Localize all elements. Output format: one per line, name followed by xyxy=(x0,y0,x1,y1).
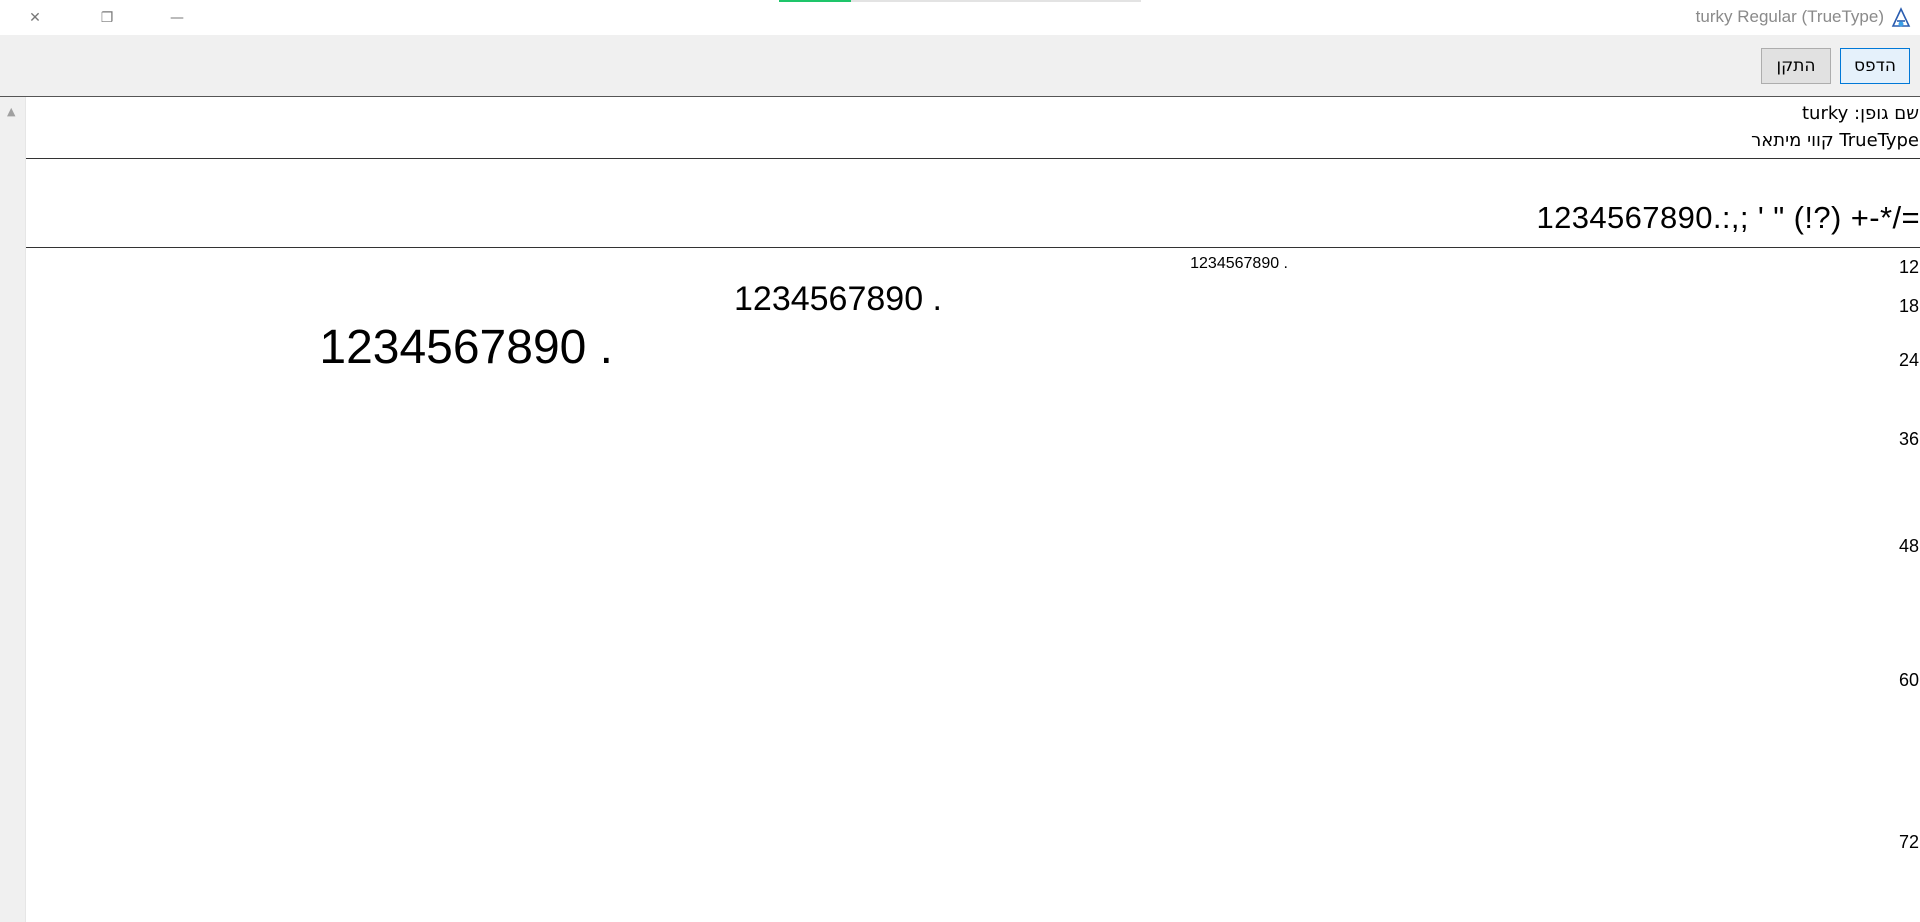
minimize-icon: — xyxy=(170,9,184,26)
font-preview: שם גופן: turky TrueType קווי מיתאר 12345… xyxy=(26,97,1920,922)
size-label-48: 48 xyxy=(1898,536,1919,556)
toolbar: הדפס התקן xyxy=(0,35,1920,97)
size-label-72: 72 xyxy=(1898,832,1919,852)
font-name-label: שם גופן: turky xyxy=(1802,103,1919,124)
restore-button[interactable]: ❐ xyxy=(72,0,142,35)
size-label-18: 18 xyxy=(1898,296,1919,316)
size-label-12: 12 xyxy=(1898,257,1919,277)
character-set-sample: 1234567890.:,; ' " (!?) +-*/= xyxy=(1536,200,1920,235)
minimize-button[interactable]: — xyxy=(142,0,212,35)
size-label-24: 24 xyxy=(1898,350,1919,370)
close-button[interactable]: ✕ xyxy=(0,0,70,35)
scroll-up-icon[interactable]: ▲ xyxy=(7,105,15,118)
size-label-60: 60 xyxy=(1898,670,1919,690)
window-title: turky Regular (TrueType) xyxy=(1695,7,1884,26)
font-viewer-icon xyxy=(1891,7,1911,27)
divider xyxy=(26,158,1920,159)
font-type-label: TrueType קווי מיתאר xyxy=(1751,130,1919,151)
vertical-scrollbar[interactable]: ▲ xyxy=(0,97,26,922)
sample-text-12: 1234567890 . xyxy=(1190,255,1288,272)
close-icon: ✕ xyxy=(29,9,41,26)
print-button[interactable]: הדפס xyxy=(1840,48,1910,84)
sample-text-24: 1234567890 . xyxy=(319,321,613,374)
title-bar: ✕ ❐ — turky Regular (TrueType) xyxy=(0,0,1920,35)
install-button[interactable]: התקן xyxy=(1761,48,1831,84)
size-label-36: 36 xyxy=(1898,429,1919,449)
sample-text-18: 1234567890 . xyxy=(734,280,942,318)
restore-icon: ❐ xyxy=(100,9,114,26)
divider xyxy=(26,247,1920,248)
loading-bar-fill xyxy=(779,0,851,2)
loading-bar xyxy=(779,0,1141,2)
